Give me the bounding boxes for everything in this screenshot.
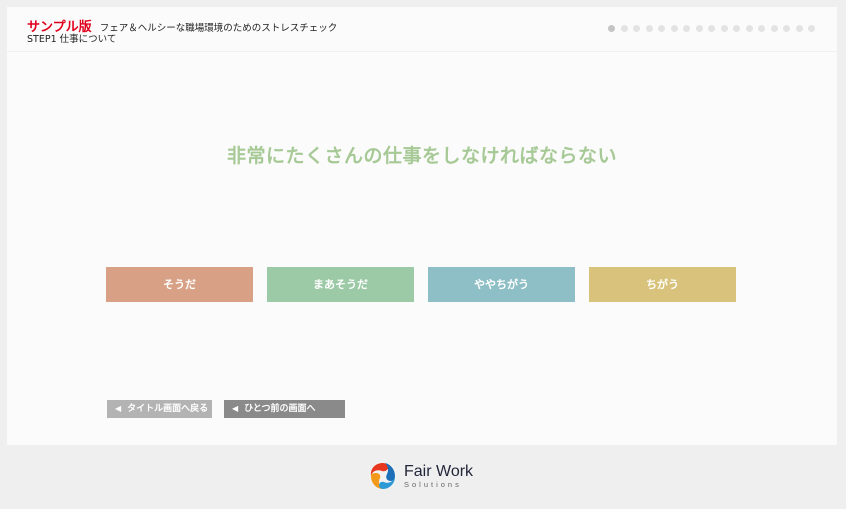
- navigation: ◀ タイトル画面へ戻る ◀ ひとつ前の画面へ: [107, 400, 345, 418]
- back-to-previous-button[interactable]: ◀ ひとつ前の画面へ: [224, 400, 345, 418]
- question-text: 非常にたくさんの仕事をしなければならない: [226, 145, 617, 167]
- progress-dot: [720, 25, 728, 32]
- logo-subtitle: Solutions: [404, 479, 462, 489]
- answer-button-4[interactable]: ちがう: [589, 267, 736, 302]
- progress-dot: [695, 25, 703, 32]
- progress-dot: [620, 25, 628, 32]
- answer-button-3[interactable]: ややちがう: [428, 267, 575, 302]
- logo-text: Fair Work Solutions: [404, 462, 474, 489]
- progress-dot: [683, 25, 690, 32]
- progress-dot: [733, 25, 740, 32]
- page-subtitle: フェア＆ヘルシーな職場環境のためのストレスチェック: [99, 23, 338, 34]
- progress-dot: [783, 25, 790, 32]
- progress-dot: [645, 25, 653, 32]
- page-header: サンプル版 フェア＆ヘルシーな職場環境のためのストレスチェック STEP1 仕事…: [7, 7, 837, 52]
- back-to-previous-label: ひとつ前の画面へ: [244, 404, 316, 414]
- progress-dot: [708, 25, 715, 32]
- answer-options: そうだ まあそうだ ややちがう ちがう: [106, 267, 736, 302]
- progress-dot: [633, 25, 640, 32]
- progress-dot: [795, 25, 803, 32]
- step-label: STEP1 仕事について: [27, 34, 117, 45]
- triangle-left-icon: ◀: [115, 404, 122, 413]
- progress-dot: [758, 25, 765, 32]
- progress-dot: [608, 25, 615, 32]
- progress-dot: [770, 25, 778, 32]
- progress-dot: [808, 25, 815, 32]
- answer-button-2[interactable]: まあそうだ: [267, 267, 414, 302]
- fair-work-logo: Fair Work Solutions: [367, 460, 473, 492]
- logo-name: Fair Work: [404, 462, 474, 480]
- fair-work-logo-icon: [369, 462, 397, 490]
- back-to-title-label: タイトル画面へ戻る: [127, 404, 209, 414]
- progress-dot: [658, 25, 665, 32]
- triangle-left-icon: ◀: [232, 404, 239, 413]
- back-to-title-button[interactable]: ◀ タイトル画面へ戻る: [107, 400, 212, 418]
- main-card: サンプル版 フェア＆ヘルシーな職場環境のためのストレスチェック STEP1 仕事…: [7, 7, 837, 445]
- progress-dot: [670, 25, 678, 32]
- progress-dots: [608, 25, 815, 32]
- answer-button-1[interactable]: そうだ: [106, 267, 253, 302]
- progress-dot: [745, 25, 753, 32]
